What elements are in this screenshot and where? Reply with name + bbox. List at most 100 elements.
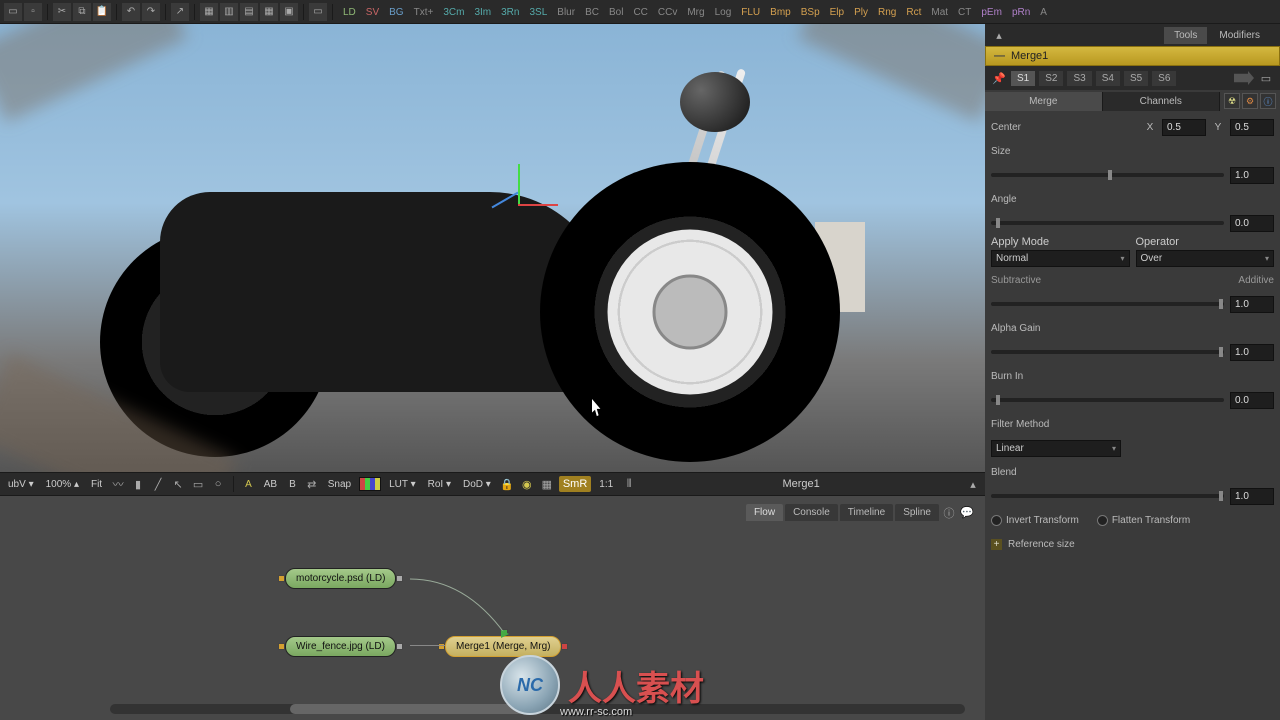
wave-icon[interactable]: 〰 (110, 476, 126, 492)
toolbar-cc[interactable]: CC (628, 5, 652, 20)
toolbar-prn[interactable]: pRn (1007, 5, 1035, 20)
norm-icon[interactable]: ▮ (130, 476, 146, 492)
subtab-channels[interactable]: Channels (1103, 92, 1221, 111)
toolbar-bc[interactable]: BC (580, 5, 604, 20)
bars-icon[interactable]: ⫴ (621, 476, 637, 492)
cut-icon[interactable]: ✂ (53, 3, 71, 21)
layout1-icon[interactable]: ▦ (200, 3, 218, 21)
show-controls-icon[interactable]: ◉ (519, 476, 535, 492)
viewport[interactable] (0, 24, 985, 472)
size-slider[interactable] (991, 173, 1224, 177)
subadd-input[interactable] (1230, 296, 1274, 313)
tab-timeline[interactable]: Timeline (840, 504, 893, 521)
undo-icon[interactable]: ↶ (122, 3, 140, 21)
pin-icon[interactable]: 📌 (991, 70, 1007, 86)
pixel-ratio[interactable]: 1:1 (595, 477, 617, 492)
apply-mode-select[interactable]: Normal (991, 250, 1130, 267)
sel-s5[interactable]: S5 (1124, 71, 1148, 86)
tab-modifiers[interactable]: Modifiers (1209, 27, 1270, 44)
snap-toggle[interactable]: Snap (324, 477, 355, 492)
bins-icon[interactable]: ▭ (309, 3, 327, 21)
angle-slider[interactable] (991, 221, 1224, 225)
swap-icon[interactable]: ⇄ (304, 476, 320, 492)
arrow-icon[interactable]: ↗ (171, 3, 189, 21)
toolbar-3sl[interactable]: 3SL (524, 5, 552, 20)
flatten-transform-radio[interactable]: Flatten Transform (1097, 515, 1190, 526)
toolbar-sv[interactable]: SV (361, 5, 384, 20)
burn-in-input[interactable] (1230, 392, 1274, 409)
node-loader-1[interactable]: motorcycle.psd (LD) (285, 568, 396, 589)
zoom-level[interactable]: 100% ▴ (42, 477, 83, 492)
tab-tools[interactable]: Tools (1164, 27, 1207, 44)
subtractive-additive-slider[interactable] (991, 302, 1224, 306)
pointer-icon[interactable]: ↖ (170, 476, 186, 492)
sel-s3[interactable]: S3 (1067, 71, 1091, 86)
script-icon[interactable]: ▭ (1258, 70, 1274, 86)
toolbar-pem[interactable]: pEm (976, 5, 1007, 20)
radiation-icon[interactable]: ☢ (1224, 93, 1240, 109)
operator-select[interactable]: Over (1136, 250, 1275, 267)
blend-slider[interactable] (991, 494, 1224, 498)
gear-icon[interactable]: ⚙ (1242, 93, 1258, 109)
tab-flow[interactable]: Flow (746, 504, 783, 521)
alpha-gain-slider[interactable] (991, 350, 1224, 354)
save-icon[interactable]: ▫ (24, 3, 42, 21)
checker-icon[interactable]: ▦ (539, 476, 555, 492)
fit-button[interactable]: Fit (87, 477, 106, 492)
reference-size-expand[interactable]: Reference size (991, 539, 1075, 550)
toolbar-txt+[interactable]: Txt+ (409, 5, 439, 20)
redo-icon[interactable]: ↷ (142, 3, 160, 21)
arrow-right-icon[interactable] (1234, 71, 1254, 85)
toolbar-3cm[interactable]: 3Cm (438, 5, 469, 20)
a-buffer[interactable]: A (241, 477, 256, 492)
layout2-icon[interactable]: ▥ (220, 3, 238, 21)
toolbar-rng[interactable]: Rng (873, 5, 901, 20)
lock-icon[interactable]: 🔒 (499, 476, 515, 492)
toolbar-elp[interactable]: Elp (825, 5, 849, 20)
toolbar-bol[interactable]: Bol (604, 5, 628, 20)
info-icon[interactable]: ⓘ (941, 505, 957, 521)
chat-icon[interactable]: 💬 (959, 505, 975, 521)
toolbar-bg[interactable]: BG (384, 5, 408, 20)
blend-input[interactable] (1230, 488, 1274, 505)
alpha-gain-input[interactable] (1230, 344, 1274, 361)
rect-tool-icon[interactable]: ▭ (190, 476, 206, 492)
dod-menu[interactable]: DoD ▾ (459, 477, 495, 492)
subview-menu[interactable]: ubV ▾ (4, 477, 38, 492)
roi-menu[interactable]: RoI ▾ (424, 477, 455, 492)
toolbar-bsp[interactable]: BSp (796, 5, 825, 20)
node-merge[interactable]: Merge1 (Merge, Mrg) (445, 636, 561, 657)
toolbar-ld[interactable]: LD (338, 5, 361, 20)
center-y-input[interactable] (1230, 119, 1274, 136)
angle-input[interactable] (1230, 215, 1274, 232)
tab-console[interactable]: Console (785, 504, 838, 521)
sel-s4[interactable]: S4 (1096, 71, 1120, 86)
layout4-icon[interactable]: ▦ (260, 3, 278, 21)
open-icon[interactable]: ▭ (4, 3, 22, 21)
paste-icon[interactable]: 📋 (93, 3, 111, 21)
burn-in-slider[interactable] (991, 398, 1224, 402)
sel-s6[interactable]: S6 (1152, 71, 1176, 86)
toolbar-log[interactable]: Log (710, 5, 737, 20)
copy-icon[interactable]: ⧉ (73, 3, 91, 21)
ab-buffer[interactable]: AB (260, 477, 281, 492)
toolbar-flu[interactable]: FLU (736, 5, 765, 20)
toolbar-mrg[interactable]: Mrg (682, 5, 709, 20)
toolbar-ply[interactable]: Ply (849, 5, 873, 20)
subtab-merge[interactable]: Merge (985, 92, 1103, 111)
toolbar-ct[interactable]: CT (953, 5, 976, 20)
toolbar-3rn[interactable]: 3Rn (496, 5, 524, 20)
tab-spline[interactable]: Spline (895, 504, 939, 521)
line-icon[interactable]: ╱ (150, 476, 166, 492)
size-input[interactable] (1230, 167, 1274, 184)
toolbar-a[interactable]: A (1035, 5, 1052, 20)
layout5-icon[interactable]: ▣ (280, 3, 298, 21)
sel-s1[interactable]: S1 (1011, 71, 1035, 86)
b-buffer[interactable]: B (285, 477, 300, 492)
channel-strip-icon[interactable] (359, 477, 381, 491)
toolbar-bmp[interactable]: Bmp (765, 5, 796, 20)
circle-tool-icon[interactable]: ○ (210, 476, 226, 492)
info-icon[interactable]: ⓘ (1260, 93, 1276, 109)
filter-method-select[interactable]: Linear (991, 440, 1121, 457)
node-loader-2[interactable]: Wire_fence.jpg (LD) (285, 636, 396, 657)
